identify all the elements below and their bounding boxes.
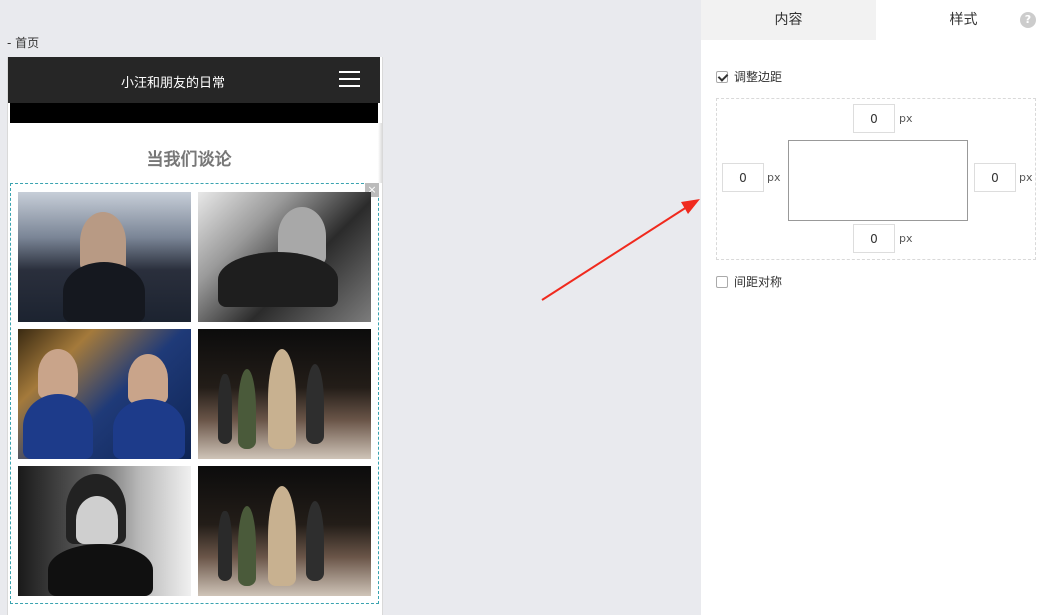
margin-right-unit: px (1019, 171, 1033, 184)
gallery-photo-4[interactable] (198, 329, 371, 459)
gallery-photo-6[interactable] (198, 466, 371, 596)
section-divider (378, 123, 382, 183)
margin-top-unit: px (899, 112, 913, 125)
gallery-photo-5[interactable] (18, 466, 191, 596)
settings-panel: 内容 样式 ? 调整边距 px px px px 间距对称 (701, 0, 1051, 615)
adjust-margin-checkbox[interactable]: 调整边距 (716, 68, 782, 85)
adjust-margin-label: 调整边距 (734, 70, 783, 84)
margin-bottom-input[interactable] (853, 224, 895, 253)
margin-left-unit: px (767, 171, 781, 184)
breadcrumb[interactable]: - 首页 (7, 34, 39, 51)
phone-preview: 小汪和朋友的日常 当我们谈论 × (7, 57, 383, 615)
margin-right-input[interactable] (974, 163, 1016, 192)
section-title: 当我们谈论 (146, 150, 232, 170)
checkbox-unchecked-icon[interactable] (716, 276, 728, 288)
checkbox-checked-icon[interactable] (716, 71, 728, 83)
menu-icon[interactable] (339, 71, 360, 88)
phone-header: 小汪和朋友的日常 (8, 57, 380, 103)
banner-bar (10, 103, 378, 123)
gallery-photo-2[interactable] (198, 192, 371, 322)
help-icon[interactable]: ? (1020, 12, 1036, 28)
panel-tabs: 内容 样式 ? (701, 0, 1051, 40)
gallery-photo-1[interactable] (18, 192, 191, 322)
margin-preview-box (788, 140, 968, 221)
site-title: 小汪和朋友的日常 (120, 76, 225, 91)
margin-left-input[interactable] (722, 163, 764, 192)
symmetric-spacing-label: 间距对称 (734, 275, 783, 289)
gallery-photo-3[interactable] (18, 329, 191, 459)
margin-bottom-unit: px (899, 232, 913, 245)
photo-gallery[interactable]: × (10, 183, 379, 604)
tab-content[interactable]: 内容 (701, 0, 876, 40)
margin-editor: px px px px (716, 98, 1036, 260)
margin-top-input[interactable] (853, 104, 895, 133)
symmetric-spacing-checkbox[interactable]: 间距对称 (716, 273, 782, 290)
